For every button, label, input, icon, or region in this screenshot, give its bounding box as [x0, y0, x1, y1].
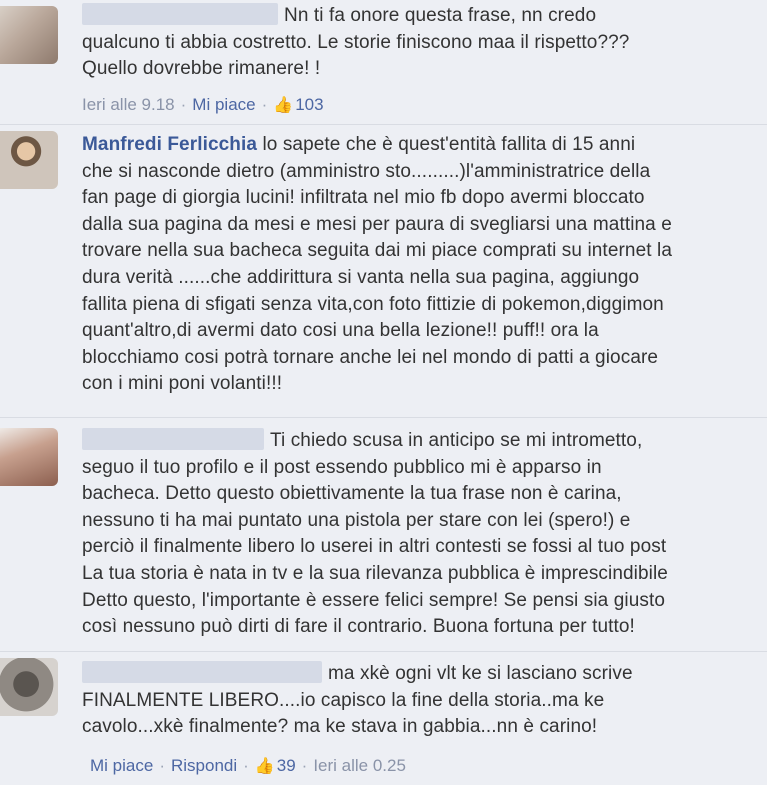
like-link[interactable]: Mi piace	[90, 756, 153, 775]
author-name[interactable]: Manfredi Ferlicchia	[82, 134, 257, 155]
comment-meta: Mi piace · Rispondi · 👍 39 · Ieri alle 0.25	[90, 756, 406, 776]
like-link[interactable]: Mi piace	[192, 95, 255, 114]
thumbs-up-icon: 👍	[273, 97, 294, 114]
comment-2: Manfredi Ferlicchia lo sapete che è ques…	[0, 125, 767, 416]
reply-link[interactable]: Rispondi	[171, 756, 237, 775]
separator-dot: ·	[159, 756, 165, 775]
thumbs-up-icon: 👍	[254, 758, 275, 775]
separator-dot: ·	[261, 95, 268, 114]
comment-text: ma xkè ogni vlt ke si lasciano scrive FI…	[82, 661, 633, 738]
blurred-author-name	[82, 661, 322, 683]
blurred-author-name	[82, 428, 264, 450]
comment-text: Manfredi Ferlicchia lo sapete che è ques…	[82, 134, 672, 395]
avatar[interactable]	[0, 131, 58, 189]
timestamp[interactable]: Ieri alle 0.25	[313, 756, 406, 775]
comment-4: ma xkè ogni vlt ke si lasciano scrive FI…	[0, 652, 767, 785]
separator-dot: ·	[180, 95, 187, 114]
avatar[interactable]	[0, 6, 58, 64]
like-count[interactable]: 39	[277, 756, 296, 775]
comment-1: Nn ti fa onore questa frase, nn credo qu…	[0, 0, 767, 122]
separator-dot: ·	[243, 756, 249, 775]
comment-text: Ti chiedo scusa in anticipo se mi introm…	[82, 428, 668, 638]
avatar[interactable]	[0, 428, 58, 486]
comment-3: Ti chiedo scusa in anticipo se mi introm…	[0, 418, 767, 650]
comment-meta: Ieri alle 9.18 · Mi piace · 👍 103	[82, 95, 324, 115]
like-count[interactable]: 103	[295, 95, 323, 114]
timestamp[interactable]: Ieri alle 9.18	[82, 95, 175, 114]
avatar[interactable]	[0, 658, 58, 716]
separator-dot: ·	[301, 756, 308, 775]
comment-text: Nn ti fa onore questa frase, nn credo qu…	[82, 3, 630, 80]
blurred-author-name	[82, 3, 278, 25]
